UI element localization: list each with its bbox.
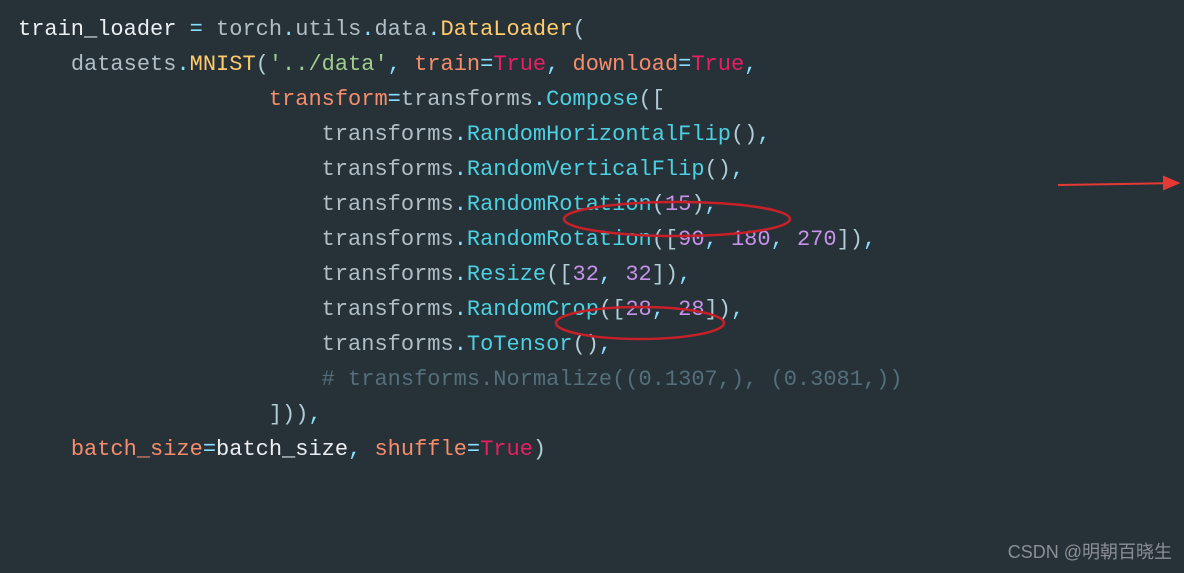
code-line-7: transforms.RandomRotation([90, 180, 270]… [18, 222, 1166, 257]
code-line-6: transforms.RandomRotation(15), [18, 187, 1166, 222]
code-line-8: transforms.Resize([32, 32]), [18, 257, 1166, 292]
code-line-9: transforms.RandomCrop([28, 28]), [18, 292, 1166, 327]
code-line-1: train_loader = torch.utils.data.DataLoad… [18, 12, 1166, 47]
annotation-arrow-head [1164, 177, 1178, 189]
code-line-13: batch_size=batch_size, shuffle=True) [18, 432, 1166, 467]
watermark: CSDN @明朝百晓生 [1008, 538, 1172, 567]
code-line-12: ])), [18, 397, 1166, 432]
code-line-3: transform=transforms.Compose([ [18, 82, 1166, 117]
code-line-2: datasets.MNIST('../data', train=True, do… [18, 47, 1166, 82]
code-line-10: transforms.ToTensor(), [18, 327, 1166, 362]
code-line-5: transforms.RandomVerticalFlip(), [18, 152, 1166, 187]
code-line-4: transforms.RandomHorizontalFlip(), [18, 117, 1166, 152]
code-line-11: # transforms.Normalize((0.1307,), (0.308… [18, 362, 1166, 397]
code-editor: train_loader = torch.utils.data.DataLoad… [18, 12, 1166, 467]
